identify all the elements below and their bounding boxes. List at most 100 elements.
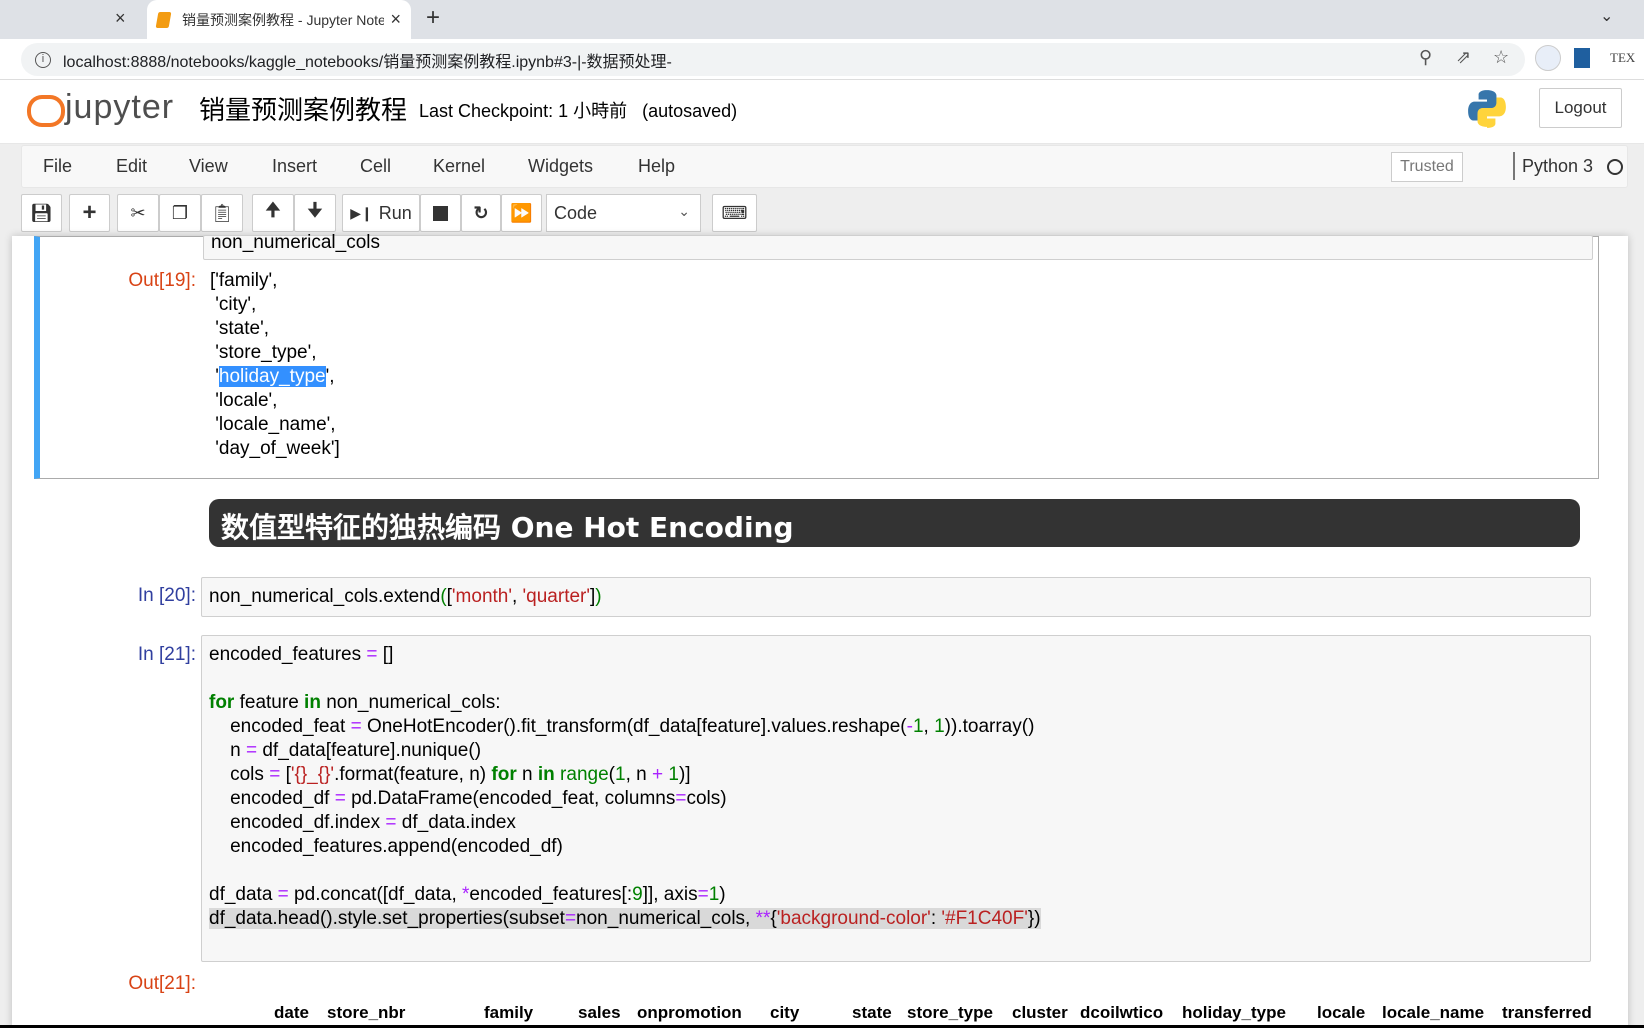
menu-file[interactable]: File (43, 156, 72, 177)
jupyter-logo-icon (25, 89, 65, 127)
restart-button[interactable]: ↻ (461, 194, 501, 232)
code-token: feature (234, 692, 305, 713)
cell-type-select[interactable]: Code ⌄ (546, 194, 701, 232)
markdown-heading[interactable]: 数值型特征的独热编码 One Hot Encoding (209, 499, 1580, 547)
cell-output: ['family', 'city', 'state', 'store_type'… (210, 269, 340, 461)
code-token: 1 (708, 884, 720, 905)
code-token: 1 (912, 716, 924, 737)
code-token: df_data.index (396, 812, 516, 833)
code-token: cols) (686, 788, 727, 809)
code-line: encoded_df = pd.DataFrame(encoded_feat, … (209, 787, 1583, 811)
table-header-cluster[interactable]: cluster (1012, 1003, 1068, 1023)
code-line: df_data = pd.concat([df_data, *encoded_f… (209, 883, 1583, 907)
paste-button[interactable]: 📋︎ (201, 194, 243, 232)
copy-button[interactable]: ❐ (159, 194, 201, 232)
move-up-button[interactable]: 🠉 (252, 194, 294, 232)
browser-tab-active[interactable]: 销量预测案例教程 - Jupyter Notebook × (147, 0, 411, 39)
code-token: ]], axis (642, 884, 698, 905)
tex-extension-icon[interactable]: TEX (1610, 50, 1635, 66)
kernel-idle-icon (1607, 159, 1623, 175)
extension-icon[interactable] (1535, 45, 1561, 71)
checkpoint-status: Last Checkpoint: 1 小時前 (autosaved) (419, 101, 738, 121)
code-token: 9 (632, 884, 643, 905)
code-token: = (675, 788, 687, 809)
code-token: for (491, 764, 517, 785)
menu-help[interactable]: Help (638, 156, 675, 177)
table-header-locale[interactable]: locale (1317, 1003, 1365, 1023)
logout-button[interactable]: Logout (1539, 88, 1622, 128)
move-down-button[interactable]: 🠋 (294, 194, 336, 232)
code-token: = (697, 884, 709, 905)
code-token: 'quarter' (522, 586, 591, 607)
interrupt-button[interactable] (420, 194, 461, 232)
output-line: 'store_type', (210, 342, 317, 363)
table-header-date[interactable]: date (274, 1003, 309, 1023)
share-icon[interactable]: ⇗ (1456, 47, 1471, 68)
menu-view[interactable]: View (189, 156, 228, 177)
selected-code-cell[interactable]: non_numerical_cols Out[19]: ['family', '… (34, 232, 1599, 479)
text-selection: holiday_type (218, 366, 326, 387)
cell-input[interactable]: encoded_features = [] for feature in non_… (201, 635, 1591, 962)
save-button[interactable]: 💾︎ (21, 194, 62, 232)
code-line: non_numerical_cols.extend(['month', 'qua… (209, 585, 1583, 609)
code-token: : (930, 908, 942, 929)
code-token: in (304, 692, 321, 713)
code-token: encoded_features (209, 644, 367, 665)
jupyter-logo[interactable]: jupyter (25, 88, 174, 127)
table-header-sales[interactable]: sales (578, 1003, 621, 1023)
close-tab-icon[interactable]: × (390, 9, 401, 30)
table-header-transferred[interactable]: transferred (1502, 1003, 1592, 1023)
table-header-locale-name[interactable]: locale_name (1382, 1003, 1484, 1023)
trusted-indicator[interactable]: Trusted (1391, 152, 1463, 182)
cell-input[interactable]: non_numerical_cols.extend(['month', 'qua… (201, 577, 1591, 617)
code-line: encoded_df.index = df_data.index (209, 811, 1583, 835)
menu-kernel[interactable]: Kernel (433, 156, 485, 177)
url-field[interactable]: i localhost:8888/notebooks/kaggle_notebo… (21, 43, 1525, 76)
notebook-title[interactable]: 销量预测案例教程 (199, 90, 407, 127)
bookmark-star-icon[interactable]: ☆ (1493, 47, 1509, 68)
browser-tab-bar: × 销量预测案例教程 - Jupyter Notebook × + ⌄ (0, 0, 1644, 39)
code-token: = (334, 788, 346, 809)
table-header-onpromotion[interactable]: onpromotion (637, 1003, 742, 1023)
dictionary-extension-icon[interactable] (1574, 48, 1590, 68)
code-token: '#F1C40F' (941, 908, 1028, 929)
code-token: '{}_{}' (290, 764, 335, 785)
menu-widgets[interactable]: Widgets (528, 156, 593, 177)
code-token: )] (678, 764, 691, 785)
insert-cell-button[interactable]: + (69, 194, 110, 232)
menu-insert[interactable]: Insert (272, 156, 317, 177)
code-token: + (651, 764, 664, 785)
arrow-up-icon: 🠉 (265, 200, 281, 220)
save-icon: 💾︎ (30, 202, 53, 223)
cell-input[interactable]: non_numerical_cols (203, 232, 1593, 260)
command-palette-button[interactable]: ⌨ (712, 194, 757, 232)
code-token: = (269, 764, 281, 785)
table-header-holiday-type[interactable]: holiday_type (1182, 1003, 1286, 1023)
code-token: , (511, 586, 523, 607)
table-header-store-nbr[interactable]: store_nbr (327, 1003, 405, 1023)
cut-button[interactable]: ✂ (117, 194, 159, 232)
notebook-favicon-icon (155, 11, 172, 28)
new-tab-button[interactable]: + (426, 4, 440, 32)
run-button[interactable]: ▶❙ Run (342, 194, 420, 232)
table-header-store-type[interactable]: store_type (907, 1003, 993, 1023)
chevron-down-icon[interactable]: ⌄ (1600, 6, 1613, 26)
close-tab-icon[interactable]: × (115, 8, 126, 29)
address-bar: i localhost:8888/notebooks/kaggle_notebo… (0, 39, 1644, 80)
table-header-family[interactable]: family (484, 1003, 533, 1023)
kernel-name[interactable]: Python 3 (1522, 156, 1593, 177)
code-token: ) (719, 884, 726, 905)
table-header-city[interactable]: city (770, 1003, 799, 1023)
code-editor: encoded_features = [] for feature in non_… (209, 643, 1583, 931)
table-header-state[interactable]: state (852, 1003, 892, 1023)
table-header-dcoilwtico[interactable]: dcoilwtico (1080, 1003, 1163, 1023)
run-all-button[interactable]: ⏩ (501, 194, 542, 232)
info-icon[interactable]: i (35, 51, 51, 68)
code-token: = (385, 812, 397, 833)
code-token: = (564, 908, 577, 929)
menu-edit[interactable]: Edit (116, 156, 147, 177)
zoom-icon[interactable]: ⚲ (1419, 47, 1432, 68)
menu-cell[interactable]: Cell (360, 156, 391, 177)
code-token: pd.DataFrame(encoded_feat, columns (345, 788, 676, 809)
code-token: range (560, 764, 609, 785)
